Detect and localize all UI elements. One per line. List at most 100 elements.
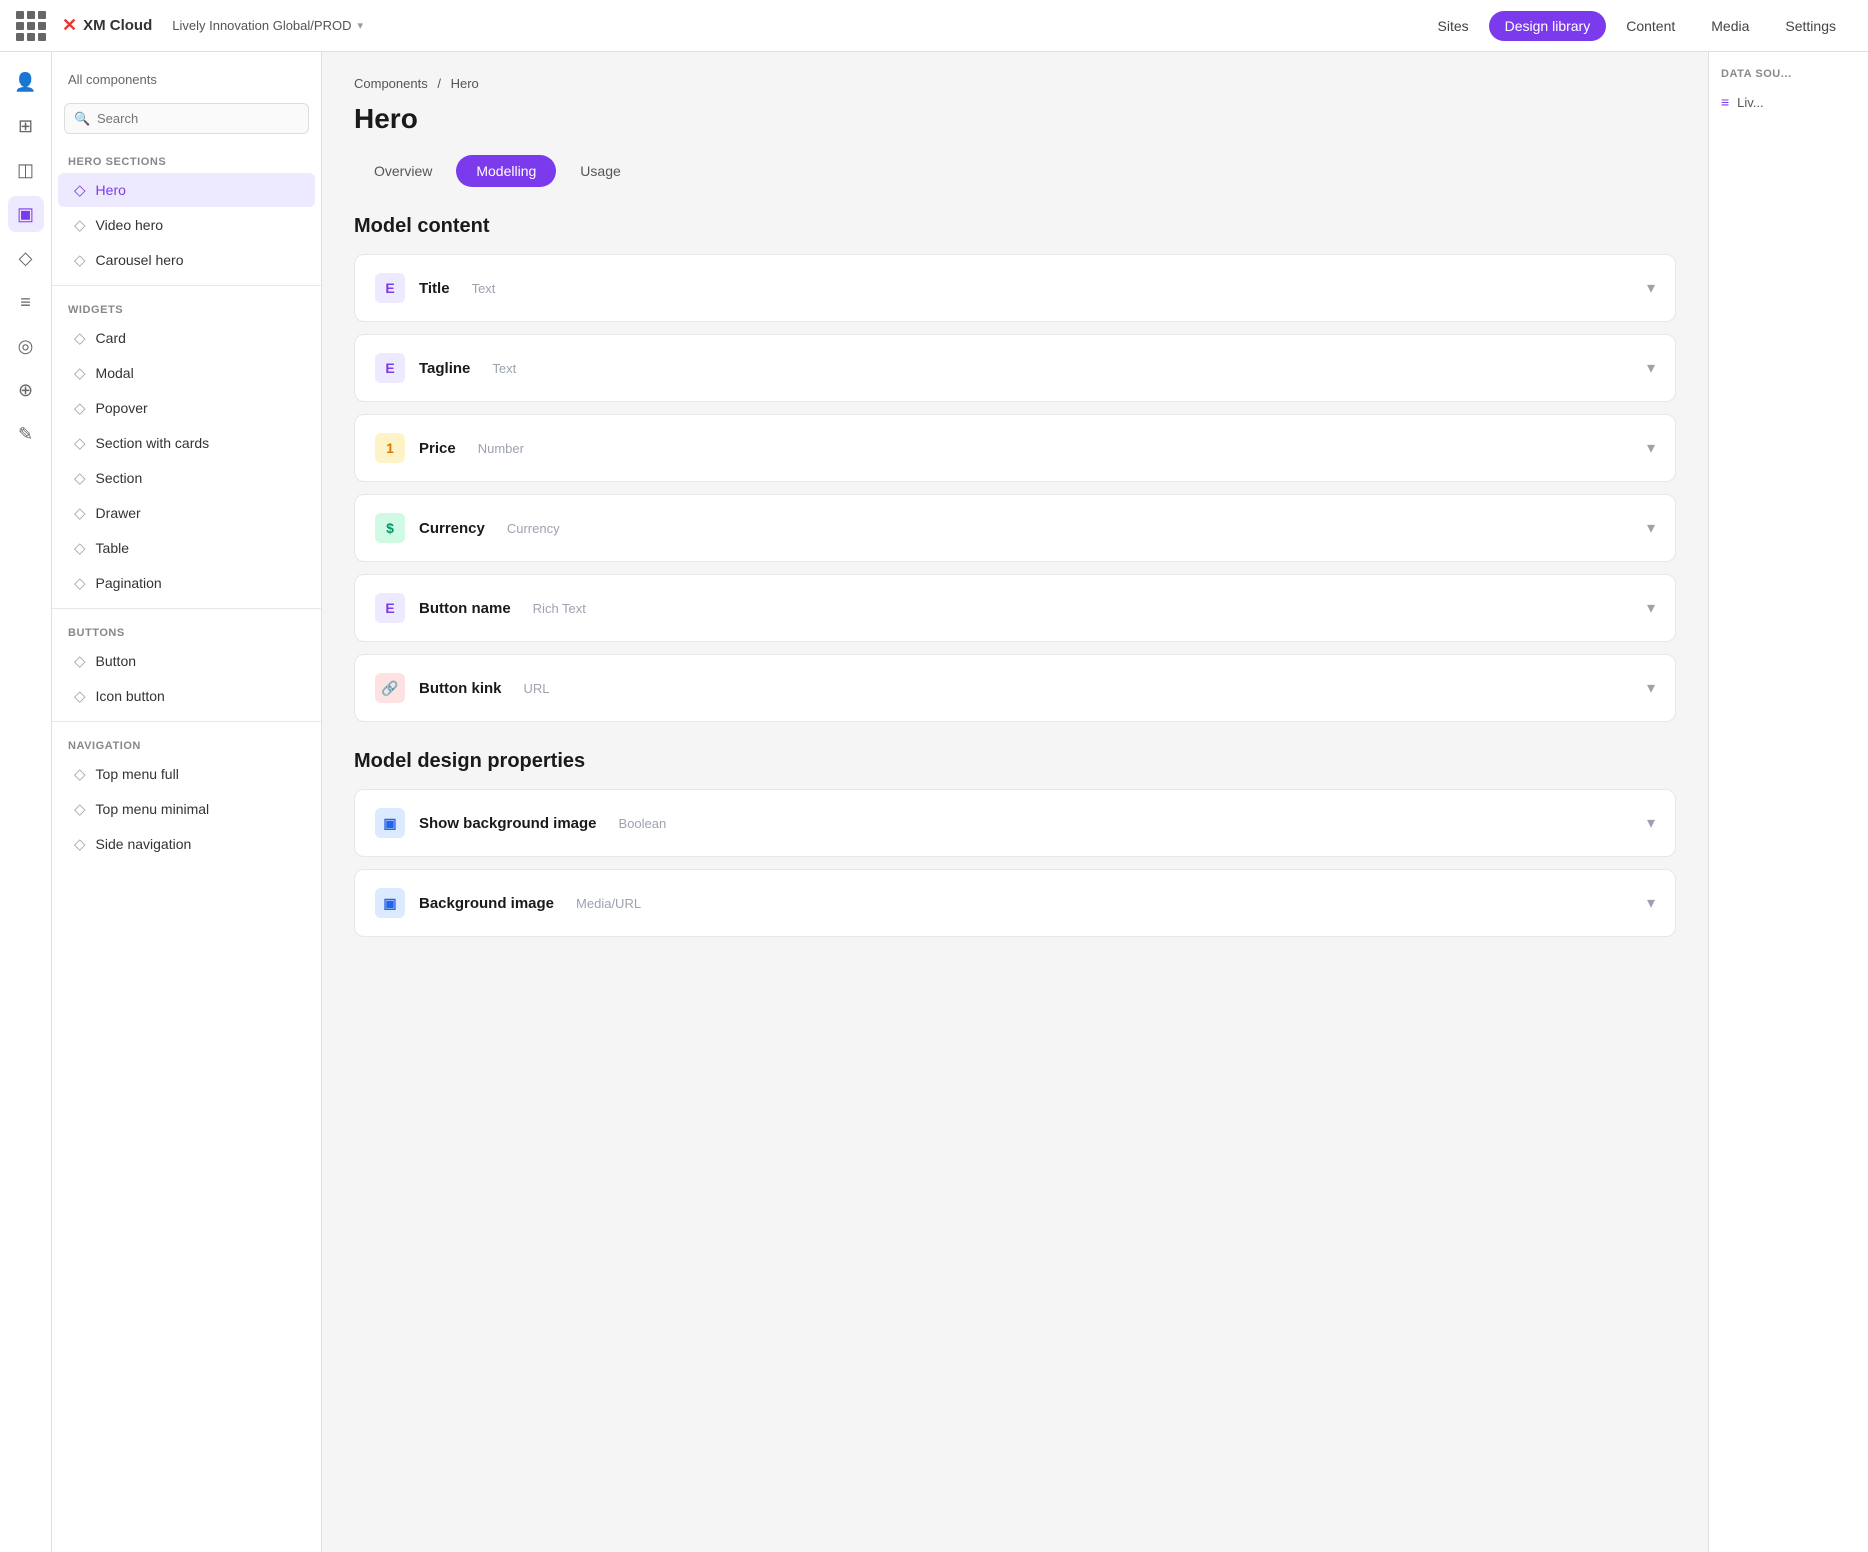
apps-grid[interactable] [16,11,46,41]
model-card-currency-left: $ Currency Currency [375,513,560,543]
search-input[interactable] [64,103,309,134]
divider-1 [52,285,321,286]
sidebar-item-card[interactable]: ◇ Card [58,321,315,355]
sidebar-list-icon[interactable]: ≡ [8,284,44,320]
drawer-icon: ◇ [74,504,86,522]
nav-sites[interactable]: Sites [1422,11,1485,41]
section-icon: ◇ [74,469,86,487]
section-with-cards-label: Section with cards [96,435,210,451]
model-card-currency[interactable]: $ Currency Currency ▾ [354,494,1676,562]
model-card-button-name-left: E Button name Rich Text [375,593,586,623]
brand-selector[interactable]: Lively Innovation Global/PROD ▾ [172,18,363,33]
sidebar-item-carousel-hero[interactable]: ◇ Carousel hero [58,243,315,277]
title-field-chevron-icon: ▾ [1647,278,1655,298]
price-field-type: Number [478,441,524,456]
sidebar-diamond-icon[interactable]: ◇ [8,240,44,276]
model-card-button-name[interactable]: E Button name Rich Text ▾ [354,574,1676,642]
sidebar-item-table[interactable]: ◇ Table [58,531,315,565]
breadcrumb: Components / Hero [354,76,1676,91]
drawer-label: Drawer [96,505,141,521]
sidebar-item-video-hero[interactable]: ◇ Video hero [58,208,315,242]
breadcrumb-current: Hero [451,76,479,91]
model-card-show-bg-left: ▣ Show background image Boolean [375,808,666,838]
sidebar-item-button[interactable]: ◇ Button [58,644,315,678]
sidebar-item-pagination[interactable]: ◇ Pagination [58,566,315,600]
model-card-show-bg[interactable]: ▣ Show background image Boolean ▾ [354,789,1676,857]
sidebar-item-top-menu-minimal[interactable]: ◇ Top menu minimal [58,792,315,826]
sidebar-components-icon[interactable]: ▣ [8,196,44,232]
side-navigation-label: Side navigation [96,836,192,852]
popover-icon: ◇ [74,399,86,417]
carousel-hero-label: Carousel hero [96,252,184,268]
title-field-type: Text [472,281,496,296]
price-field-chevron-icon: ▾ [1647,438,1655,458]
sidebar-grid-icon[interactable]: ⊞ [8,108,44,144]
sidebar-item-hero[interactable]: ◇ Hero [58,173,315,207]
breadcrumb-parent[interactable]: Components [354,76,428,91]
sidebar-item-side-navigation[interactable]: ◇ Side navigation [58,827,315,861]
card-label: Card [96,330,126,346]
button-name-field-chevron-icon: ▾ [1647,598,1655,618]
sidebar-item-modal[interactable]: ◇ Modal [58,356,315,390]
brand-name: Lively Innovation Global/PROD [172,18,351,33]
top-menu-minimal-icon: ◇ [74,800,86,818]
main-content: Components / Hero Hero Overview Modellin… [322,52,1708,1552]
nav-content[interactable]: Content [1610,11,1691,41]
table-label: Table [96,540,129,556]
sidebar-item-popover[interactable]: ◇ Popover [58,391,315,425]
tagline-field-name: Tagline [419,360,470,377]
top-menu-full-label: Top menu full [96,766,179,782]
data-source-item[interactable]: ≡ Liv... [1721,94,1856,110]
tab-overview[interactable]: Overview [354,155,452,187]
modal-label: Modal [96,365,134,381]
tab-modelling[interactable]: Modelling [456,155,556,187]
nav-design-library[interactable]: Design library [1489,11,1607,41]
model-card-title[interactable]: E Title Text ▾ [354,254,1676,322]
model-card-price-left: 1 Price Number [375,433,524,463]
button-kink-field-icon: 🔗 [375,673,405,703]
bg-image-field-chevron-icon: ▾ [1647,893,1655,913]
show-bg-field-type: Boolean [619,816,667,831]
top-menu-full-icon: ◇ [74,765,86,783]
model-card-button-kink[interactable]: 🔗 Button kink URL ▾ [354,654,1676,722]
button-icon: ◇ [74,652,86,670]
price-field-icon: 1 [375,433,405,463]
model-card-price[interactable]: 1 Price Number ▾ [354,414,1676,482]
side-navigation-icon: ◇ [74,835,86,853]
table-icon: ◇ [74,539,86,557]
modal-icon: ◇ [74,364,86,382]
top-nav: ✕ XM Cloud Lively Innovation Global/PROD… [0,0,1868,52]
search-icon: 🔍 [74,111,90,127]
tab-usage[interactable]: Usage [560,155,640,187]
sidebar-layout-icon[interactable]: ◫ [8,152,44,188]
sidebar-item-drawer[interactable]: ◇ Drawer [58,496,315,530]
sidebar-profile-icon[interactable]: 👤 [8,64,44,100]
sidebar-item-section-with-cards[interactable]: ◇ Section with cards [58,426,315,460]
tagline-field-type: Text [492,361,516,376]
carousel-hero-icon: ◇ [74,251,86,269]
widgets-label: WIDGETS [52,294,321,320]
page-title: Hero [354,103,1676,135]
model-card-bg-image[interactable]: ▣ Background image Media/URL ▾ [354,869,1676,937]
section-label: Section [96,470,143,486]
tabs: Overview Modelling Usage [354,155,1676,187]
divider-2 [52,608,321,609]
title-field-icon: E [375,273,405,303]
brand-chevron-icon: ▾ [357,19,363,32]
all-components-label: All components [52,64,321,95]
sidebar-item-top-menu-full[interactable]: ◇ Top menu full [58,757,315,791]
button-name-field-type: Rich Text [533,601,586,616]
sidebar-item-icon-button[interactable]: ◇ Icon button [58,679,315,713]
pagination-icon: ◇ [74,574,86,592]
sidebar-item-section[interactable]: ◇ Section [58,461,315,495]
xm-logo-icon: ✕ [62,15,77,36]
price-field-name: Price [419,440,456,457]
data-source-item-icon: ≡ [1721,94,1729,110]
sidebar-globe-icon[interactable]: ◎ [8,328,44,364]
model-card-tagline[interactable]: E Tagline Text ▾ [354,334,1676,402]
nav-media[interactable]: Media [1695,11,1765,41]
sidebar-add-icon[interactable]: ⊕ [8,372,44,408]
nav-settings[interactable]: Settings [1769,11,1852,41]
hero-sections-label: HERO SECTIONS [52,146,321,172]
sidebar-edit-icon[interactable]: ✎ [8,416,44,452]
